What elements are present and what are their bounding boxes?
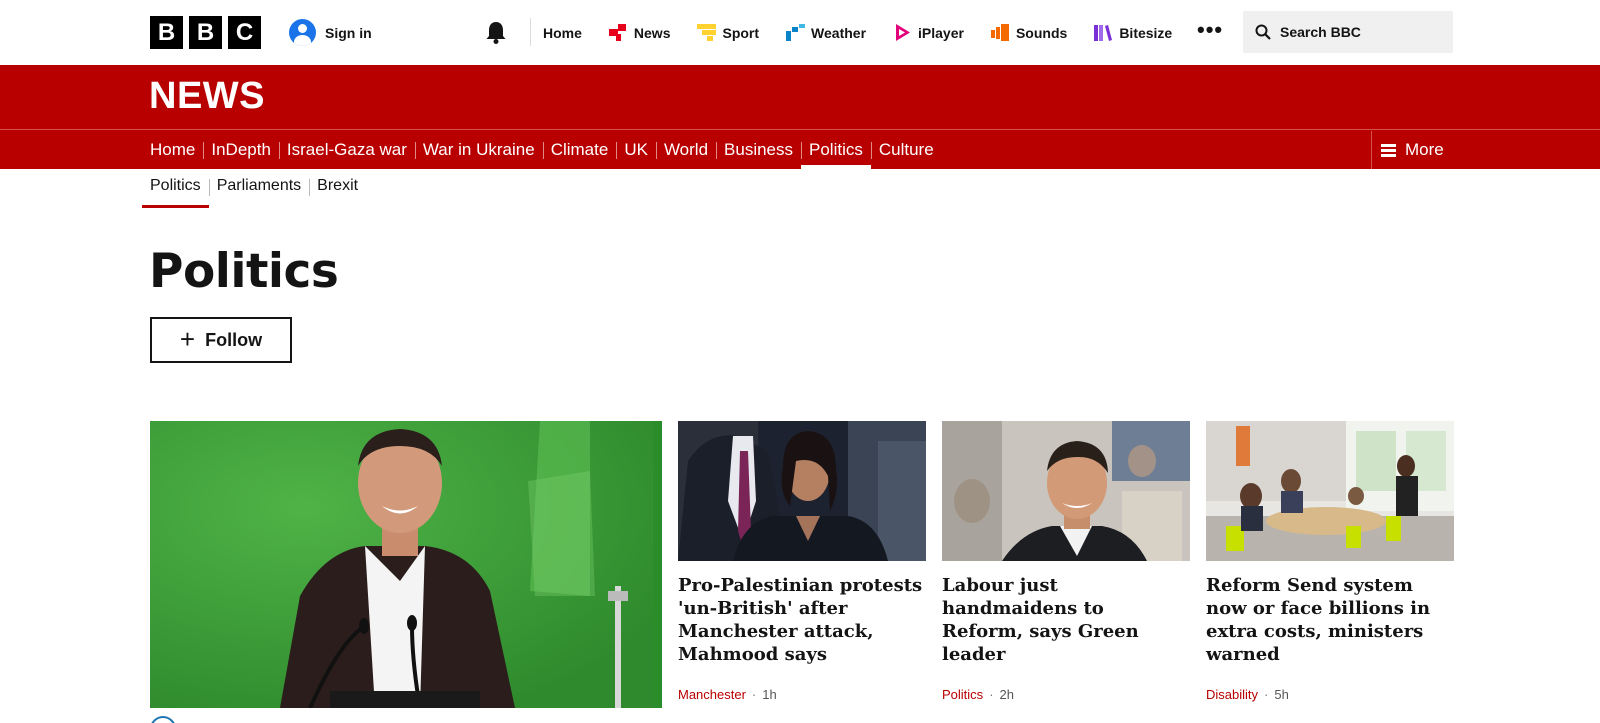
logo-letter-b1: B xyxy=(150,16,183,49)
story-card-3-image xyxy=(1206,421,1454,561)
search-placeholder: Search BBC xyxy=(1280,24,1361,40)
section-more-button[interactable]: More xyxy=(1371,131,1600,169)
news-banner-divider xyxy=(0,129,1600,130)
section-tab-indepth[interactable]: InDepth xyxy=(203,131,279,169)
story-card-1[interactable]: Pro-Palestinian protests 'un-British' af… xyxy=(678,421,926,702)
section-more-label: More xyxy=(1405,140,1444,159)
sport-icon xyxy=(697,24,717,41)
bbc-logo[interactable]: B B C xyxy=(150,16,261,49)
news-section-nav: Home InDepth Israel-Gaza war War in Ukra… xyxy=(150,131,942,169)
story-card-3-tag[interactable]: Disability xyxy=(1206,687,1258,702)
hamburger-icon xyxy=(1381,143,1396,157)
section-tab-home[interactable]: Home xyxy=(150,131,203,169)
logo-letter-c: C xyxy=(228,16,261,49)
global-nav-sport[interactable]: Sport xyxy=(697,24,759,41)
subnav-brexit[interactable]: Brexit xyxy=(309,177,366,207)
global-nav-weather[interactable]: Weather xyxy=(786,24,866,41)
global-nav-home-label: Home xyxy=(543,24,582,41)
account-icon xyxy=(289,19,316,46)
follow-label: Follow xyxy=(205,329,263,350)
section-tab-war-in-ukraine[interactable]: War in Ukraine xyxy=(414,131,543,169)
global-nav-sounds[interactable]: Sounds xyxy=(990,24,1068,41)
subnav-parliaments[interactable]: Parliaments xyxy=(208,177,309,207)
meta-separator: · xyxy=(751,687,757,702)
story-card-3-headline[interactable]: Reform Send system now or face billions … xyxy=(1206,574,1454,666)
global-nav-weather-label: Weather xyxy=(811,24,867,41)
header-divider xyxy=(530,18,531,46)
news-brand-title[interactable]: NEWS xyxy=(149,75,265,118)
news-icon xyxy=(608,24,626,41)
subnav-politics[interactable]: Politics xyxy=(142,177,209,208)
section-tab-culture[interactable]: Culture xyxy=(870,131,942,169)
politics-subnav: Politics Parliaments Brexit xyxy=(142,177,366,208)
sign-in-label: Sign in xyxy=(325,24,372,41)
story-card-2-headline[interactable]: Labour just handmaidens to Reform, says … xyxy=(942,574,1190,666)
global-nav-sounds-label: Sounds xyxy=(1015,24,1068,41)
global-header: B B C Sign in Home News Sport Weather iP… xyxy=(0,0,1600,65)
story-card-1-image xyxy=(678,421,926,561)
more-menu-icon[interactable]: ••• xyxy=(1197,19,1223,41)
section-tab-politics[interactable]: Politics xyxy=(801,131,871,169)
story-card-1-time: 1h xyxy=(762,687,777,702)
story-card-3-meta: Disability · 5h xyxy=(1206,687,1289,702)
notifications-bell-icon[interactable] xyxy=(485,20,507,44)
story-card-3[interactable]: Reform Send system now or face billions … xyxy=(1206,421,1454,702)
section-tab-business[interactable]: Business xyxy=(716,131,801,169)
global-nav: Home News Sport Weather iPlayer Sounds B… xyxy=(543,0,1199,65)
story-card-2-image xyxy=(942,421,1190,561)
section-tab-israel-gaza-war[interactable]: Israel-Gaza war xyxy=(278,131,415,169)
story-card-1-tag[interactable]: Manchester xyxy=(678,687,746,702)
story-card-2-meta: Politics · 2h xyxy=(942,687,1014,702)
global-nav-iplayer-label: iPlayer xyxy=(918,24,964,41)
lead-story-image[interactable] xyxy=(150,421,662,708)
search-icon xyxy=(1255,24,1271,40)
story-card-2-time: 2h xyxy=(999,687,1014,702)
section-tab-uk[interactable]: UK xyxy=(616,131,656,169)
page-title: Politics xyxy=(149,244,339,299)
follow-button[interactable]: + Follow xyxy=(150,317,292,363)
section-tab-climate[interactable]: Climate xyxy=(542,131,617,169)
story-card-1-headline[interactable]: Pro-Palestinian protests 'un-British' af… xyxy=(678,574,926,666)
weather-icon xyxy=(786,24,806,41)
section-tab-world[interactable]: World xyxy=(655,131,716,169)
global-nav-news[interactable]: News xyxy=(608,24,671,41)
story-card-2[interactable]: Labour just handmaidens to Reform, says … xyxy=(942,421,1190,702)
search-box[interactable]: Search BBC xyxy=(1243,11,1453,53)
global-nav-iplayer[interactable]: iPlayer xyxy=(893,24,964,41)
sign-in-link[interactable]: Sign in xyxy=(289,19,372,46)
global-nav-bitesize-label: Bitesize xyxy=(1119,24,1173,41)
iplayer-icon xyxy=(896,24,911,41)
story-card-2-tag[interactable]: Politics xyxy=(942,687,983,702)
lead-story-badge-icon xyxy=(150,716,176,723)
global-nav-sport-label: Sport xyxy=(722,24,760,41)
plus-icon: + xyxy=(179,323,196,354)
global-nav-news-label: News xyxy=(633,24,671,41)
global-nav-bitesize[interactable]: Bitesize xyxy=(1094,24,1172,41)
story-card-1-meta: Manchester · 1h xyxy=(678,687,777,702)
story-card-3-time: 5h xyxy=(1274,687,1289,702)
sounds-icon xyxy=(990,24,1009,41)
meta-separator: · xyxy=(989,687,994,702)
logo-letter-b2: B xyxy=(189,16,222,49)
meta-separator: · xyxy=(1264,687,1269,702)
global-nav-home[interactable]: Home xyxy=(543,25,582,41)
bitesize-icon xyxy=(1094,25,1113,41)
